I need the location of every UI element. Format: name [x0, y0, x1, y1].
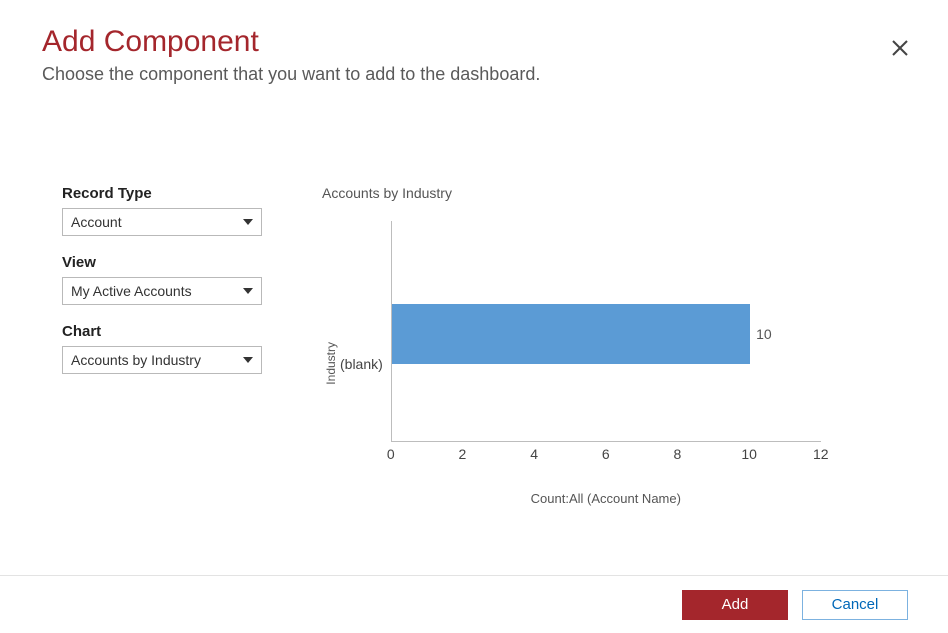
- bar-value-label: 10: [756, 326, 772, 342]
- view-label: View: [62, 254, 302, 271]
- dialog-title: Add Component: [42, 24, 906, 60]
- x-tick: 4: [530, 446, 538, 462]
- x-tick: 8: [674, 446, 682, 462]
- x-axis: 024681012: [391, 441, 821, 465]
- chart-plot-area: 10: [391, 221, 821, 441]
- close-icon[interactable]: [888, 36, 912, 60]
- view-value: My Active Accounts: [71, 283, 192, 299]
- x-tick: 2: [459, 446, 467, 462]
- view-select[interactable]: My Active Accounts: [62, 277, 262, 305]
- x-tick: 12: [813, 446, 829, 462]
- chart-label: Chart: [62, 323, 302, 340]
- chevron-down-icon: [243, 357, 253, 363]
- y-axis-label: Industry: [322, 342, 340, 385]
- record-type-label: Record Type: [62, 185, 302, 202]
- x-tick: 0: [387, 446, 395, 462]
- dialog-subtitle: Choose the component that you want to ad…: [42, 64, 906, 85]
- chart-value: Accounts by Industry: [71, 352, 201, 368]
- chevron-down-icon: [243, 288, 253, 294]
- add-button[interactable]: Add: [682, 590, 788, 620]
- chart-title: Accounts by Industry: [322, 185, 906, 201]
- x-tick: 6: [602, 446, 610, 462]
- x-tick: 10: [741, 446, 757, 462]
- bar-row: 10: [392, 304, 772, 364]
- cancel-button[interactable]: Cancel: [802, 590, 908, 620]
- x-axis-label: Count:All (Account Name): [391, 491, 821, 506]
- y-tick: (blank): [340, 352, 383, 376]
- chevron-down-icon: [243, 219, 253, 225]
- record-type-select[interactable]: Account: [62, 208, 262, 236]
- chart-select[interactable]: Accounts by Industry: [62, 346, 262, 374]
- record-type-value: Account: [71, 214, 122, 230]
- bar: [392, 304, 750, 364]
